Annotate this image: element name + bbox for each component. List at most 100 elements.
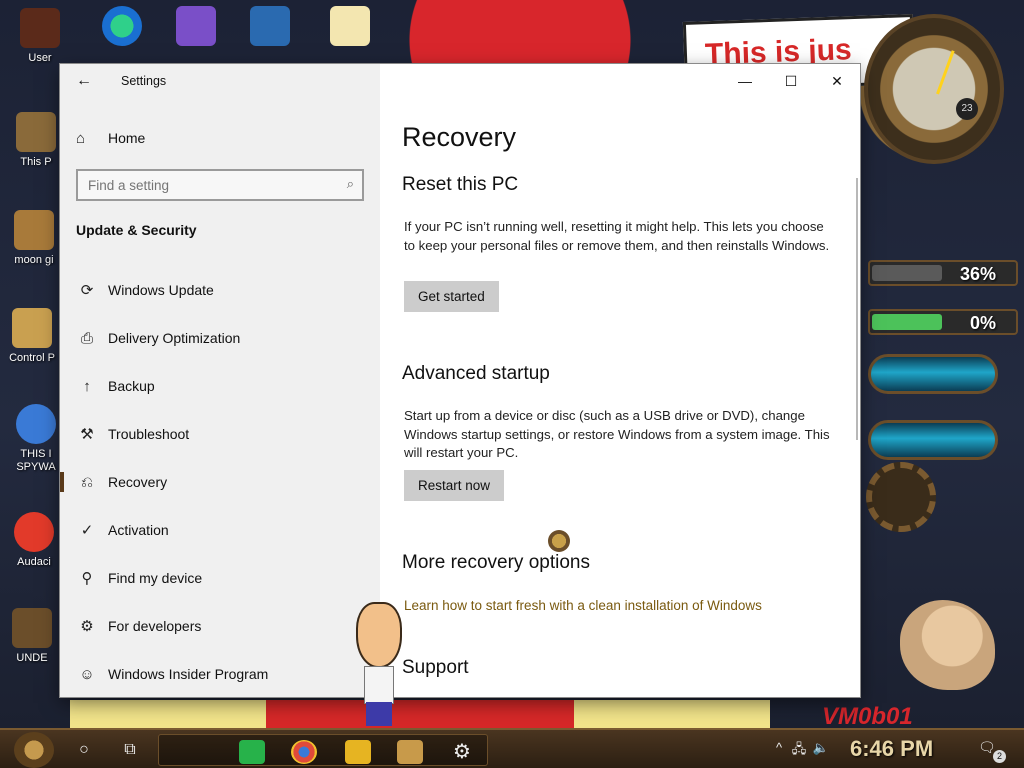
nav-item-label: Recovery — [108, 474, 168, 490]
nav-item-recovery[interactable]: ⎌ Recovery — [60, 458, 380, 506]
back-button[interactable]: ← — [70, 70, 98, 92]
support-heading: Support — [402, 657, 469, 678]
nav-item-label: Find my device — [108, 570, 203, 586]
cartoon-character-image — [354, 602, 404, 726]
settings-sidebar: ⌂ Home ⌕ Update & Security ⟳ Windows Upd… — [60, 64, 380, 697]
memory-gauge: 0% — [868, 309, 1018, 335]
content-scrollbar[interactable] — [856, 178, 858, 440]
wrench-icon: ⚒ — [80, 426, 94, 443]
desktop-icon-label: UNDE — [16, 652, 48, 664]
search-input[interactable] — [78, 171, 328, 199]
insider-cat-icon: ☺ — [79, 665, 95, 683]
delivery-icon: ⎙ — [80, 329, 93, 347]
nav-item-for-developers[interactable]: ⚙ For developers — [60, 602, 380, 650]
get-started-button[interactable]: Get started — [404, 281, 499, 312]
restart-now-button[interactable]: Restart now — [404, 470, 505, 501]
reset-heading: Reset this PC — [402, 174, 519, 195]
desktop-wallpaper-strip — [70, 700, 770, 728]
nav-item-windows-update[interactable]: ⟳ Windows Update — [60, 266, 380, 314]
chevron-up-icon[interactable]: ^ — [770, 740, 788, 758]
nav-item-delivery-optimization[interactable]: ⎙ Delivery Optimization — [60, 314, 380, 362]
desktop-icon-user[interactable]: User — [8, 8, 72, 64]
more-recovery-heading: More recovery options — [402, 552, 590, 573]
taskbar: ○ ⧉ ⚙ ^ 🖧 🔈 6:46 PM 🗨 2 — [0, 728, 1024, 768]
desktop-icon-label: User — [28, 52, 52, 64]
moon-icon — [14, 210, 54, 250]
hxd-icon — [330, 6, 370, 46]
taskbar-clock[interactable]: 6:46 PM — [850, 736, 933, 762]
recovery-icon: ⎌ — [80, 473, 93, 491]
settings-gear-icon[interactable]: ⚙ — [449, 740, 475, 764]
desktop-icon-virtualbox[interactable] — [238, 6, 302, 50]
desktop-watermark: VM0b01 — [822, 703, 913, 730]
clock-date-badge: 23 — [956, 98, 978, 120]
undertale-icon — [12, 608, 52, 648]
desktop-icon-spyware[interactable]: THIS I SPYWA — [4, 404, 68, 474]
spotify-icon[interactable] — [239, 740, 265, 764]
developer-icon: ⚙ — [80, 618, 94, 635]
search-circle-icon[interactable]: ○ — [70, 736, 98, 764]
desktop-icon-control-panel[interactable]: Control P — [0, 308, 64, 364]
nav-item-find-my-device[interactable]: ⚲ Find my device — [60, 554, 380, 602]
task-view-icon[interactable]: ⧉ — [116, 736, 144, 764]
desktop-icon-hxd[interactable] — [318, 6, 382, 50]
gear-icon — [866, 462, 936, 532]
pinned-apps-area: ⚙ — [158, 734, 488, 766]
desktop-icon-label: Audaci — [17, 556, 51, 568]
edge-icon — [102, 6, 142, 46]
reset-description: If your PC isn’t running well, resetting… — [404, 219, 830, 253]
file-explorer-icon[interactable] — [345, 740, 371, 764]
steampunk-cursor-icon — [548, 530, 570, 552]
title-bar: ← Settings — ☐ ✕ — [60, 64, 860, 98]
desktop-icon-audacity[interactable]: Audaci — [2, 512, 66, 568]
character-legs — [366, 702, 392, 726]
clean-install-link[interactable]: Learn how to start fresh with a clean in… — [404, 598, 762, 613]
settings-window: ⌂ Home ⌕ Update & Security ⟳ Windows Upd… — [60, 64, 860, 697]
desktop-icon-label: This P — [20, 156, 52, 168]
nav-item-label: Backup — [108, 378, 155, 394]
close-button[interactable]: ✕ — [814, 64, 860, 98]
notification-count: 2 — [993, 750, 1006, 763]
desktop-icon-visual-studio[interactable] — [164, 6, 228, 50]
steampunk-clock-widget: 23 — [864, 14, 1004, 164]
chrome-icon[interactable] — [291, 740, 317, 764]
nav-list: ⟳ Windows Update ⎙ Delivery Optimization… — [60, 266, 380, 697]
chrome-icon — [16, 404, 56, 444]
home-icon: ⌂ — [76, 129, 86, 147]
hamster-image — [900, 600, 995, 690]
start-button[interactable] — [14, 732, 54, 768]
section-heading: Update & Security — [76, 222, 197, 238]
nav-item-backup[interactable]: ↑ Backup — [60, 362, 380, 410]
advanced-startup-heading: Advanced startup — [402, 363, 550, 384]
memory-gauge-value: 0% — [969, 313, 996, 333]
minimize-button[interactable]: — — [722, 64, 768, 98]
notification-center-button[interactable]: 🗨 2 — [978, 739, 1006, 763]
nav-item-activation[interactable]: ✓ Activation — [60, 506, 380, 554]
this-pc-icon — [16, 112, 56, 152]
nav-item-windows-insider[interactable]: ☺ Windows Insider Program — [60, 650, 380, 697]
search-icon[interactable]: ⌕ — [347, 176, 354, 192]
desktop-icon-label: THIS I SPYWA — [16, 448, 56, 473]
search-box: ⌕ — [76, 169, 364, 201]
nav-item-label: Troubleshoot — [108, 426, 190, 442]
window-title: Settings — [121, 74, 167, 88]
memory-gauge-fill — [872, 314, 942, 330]
maximize-button[interactable]: ☐ — [768, 64, 814, 98]
volume-muted-icon[interactable]: 🔈 — [812, 740, 830, 758]
nav-home[interactable]: ⌂ Home — [76, 126, 145, 150]
advanced-startup-description: Start up from a device or disc (such as … — [404, 408, 830, 460]
network-icon[interactable]: 🖧 — [790, 740, 808, 758]
backup-icon: ↑ — [83, 377, 91, 395]
desktop-icon-this-pc[interactable]: This P — [4, 112, 68, 168]
visual-studio-icon — [176, 6, 216, 46]
check-circle-icon: ✓ — [80, 522, 94, 539]
desktop-icon-undertale[interactable]: UNDE — [0, 608, 64, 664]
nav-item-label: Delivery Optimization — [108, 330, 241, 346]
desktop-icon-edge[interactable] — [90, 6, 154, 50]
character-body — [364, 666, 394, 704]
desktop-icon-label: Control P — [9, 352, 55, 364]
game-app-icon[interactable] — [397, 740, 423, 764]
desktop-icon-moon[interactable]: moon gi — [2, 210, 66, 266]
nav-home-label: Home — [108, 130, 146, 146]
nav-item-troubleshoot[interactable]: ⚒ Troubleshoot — [60, 410, 380, 458]
